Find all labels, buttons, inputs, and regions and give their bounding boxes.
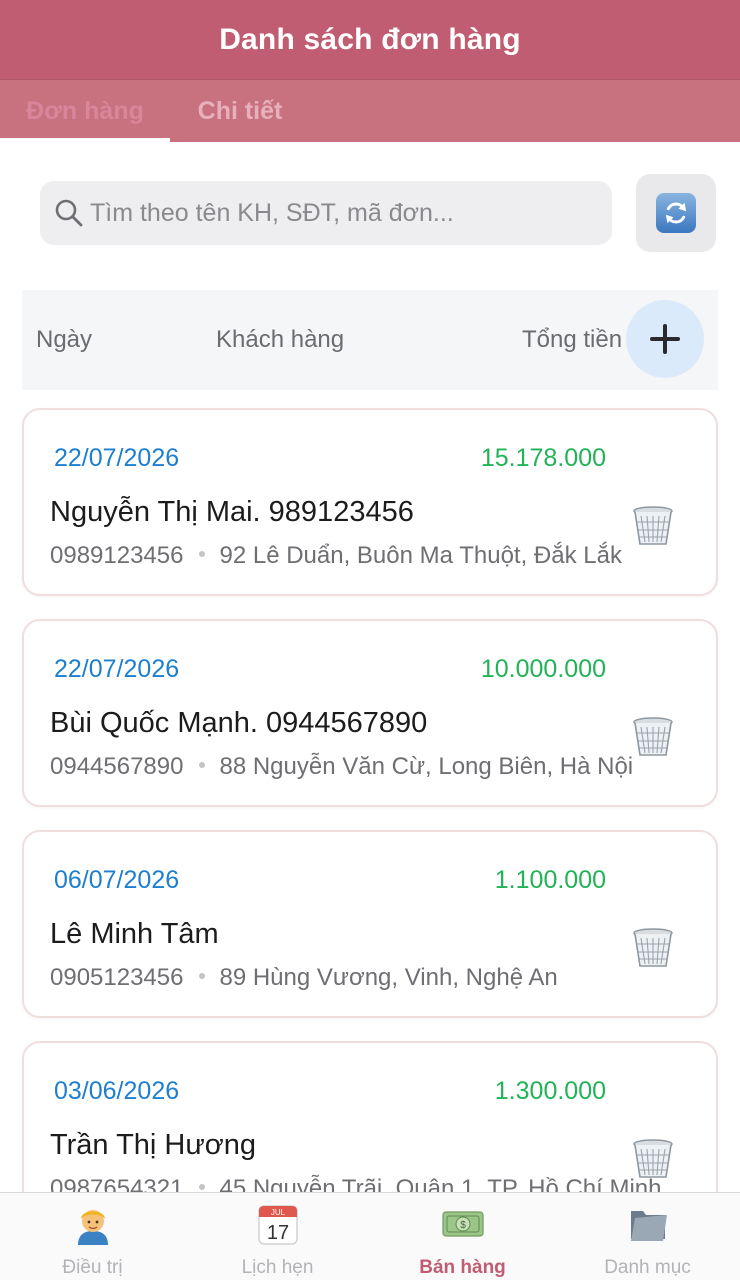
order-contact: 0905123456 89 Hùng Vương, Vinh, Nghệ An [50,964,558,992]
search-icon [54,198,84,228]
column-total: Tổng tiền [522,326,623,353]
tab-bar-top: Đơn hàng Chi tiết [0,80,740,142]
order-date: 22/07/2026 [54,655,180,683]
tab-label: Danh mục [604,1257,691,1278]
column-date: Ngày [36,326,93,353]
order-address: 45 Nguyễn Trãi, Quận 1, TP. Hồ Chí Minh [219,1175,662,1192]
tab-label: Lịch hẹn [241,1257,314,1278]
column-customer: Khách hàng [216,326,345,353]
order-customer-name: Lê Minh Tâm [50,918,219,950]
order-amount: 15.178.000 [480,444,606,472]
order-customer-name: Bùi Quốc Mạnh. 0944567890 [50,707,428,739]
separator-dot [199,762,206,769]
order-customer-name: Trần Thị Hương [50,1129,257,1161]
order-customer-name: Nguyễn Thị Mai. 989123456 [50,496,414,528]
order-address: 88 Nguyễn Văn Cừ, Long Biên, Hà Nội [219,753,634,780]
search-placeholder: Tìm theo tên KH, SĐT, mã đơn... [90,198,454,227]
order-address: 92 Lê Duẩn, Buôn Ma Thuột, Đắk Lắk [219,542,622,569]
order-date: 06/07/2026 [54,866,180,894]
order-card[interactable]: 22/07/2026 10.000.000 Bùi Quốc Mạnh. 094… [22,619,718,807]
money-icon: $ [442,1211,484,1237]
order-amount: 10.000.000 [480,655,606,683]
order-amount: 1.100.000 [494,866,606,894]
order-card[interactable]: 06/07/2026 1.100.000 Lê Minh Tâm 0905123… [22,830,718,1018]
trash-icon[interactable] [632,928,674,968]
calendar-day: 17 [267,1222,289,1244]
order-list: 22/07/2026 15.178.000 Nguyễn Thị Mai. 98… [0,390,740,1192]
app-header: Danh sách đơn hàng [0,0,740,80]
separator-dot [199,1184,206,1191]
order-date: 22/07/2026 [54,444,180,472]
calendar-month: JUL [271,1208,286,1217]
order-contact: 0989123456 92 Lê Duẩn, Buôn Ma Thuột, Đắk… [50,542,622,570]
order-amount: 1.300.000 [494,1077,606,1105]
calendar-icon: JUL 17 [258,1205,298,1245]
tab-sales[interactable]: $ Bán hàng [370,1193,555,1280]
order-contact: 0944567890 88 Nguyễn Văn Cừ, Long Biên, H… [50,753,633,781]
tab-treatment[interactable]: Điều trị [0,1193,185,1280]
column-header: Ngày Khách hàng Tổng tiền [22,290,718,390]
order-phone: 0989123456 [50,542,184,569]
trash-icon[interactable] [632,506,674,546]
refresh-button[interactable] [636,174,716,252]
order-phone: 0905123456 [50,964,184,991]
trash-icon[interactable] [632,717,674,757]
bottom-tab-bar: Điều trị JUL 17 Lịch hẹn $ Bán hàng Danh… [0,1192,740,1280]
search-input[interactable]: Tìm theo tên KH, SĐT, mã đơn... [40,181,612,245]
tab-label: Điều trị [62,1257,123,1278]
order-card[interactable]: 03/06/2026 1.300.000 Trần Thị Hương 0987… [22,1041,718,1192]
tab-appointments[interactable]: JUL 17 Lịch hẹn [185,1193,370,1280]
separator-dot [199,973,206,980]
order-phone: 0944567890 [50,753,184,780]
order-date: 03/06/2026 [54,1077,180,1105]
order-address: 89 Hùng Vương, Vinh, Nghệ An [219,964,558,991]
order-contact: 0987654321 45 Nguyễn Trãi, Quận 1, TP. Hồ… [50,1175,662,1192]
plus-icon [650,324,680,354]
tab-orders[interactable]: Đơn hàng [0,80,170,142]
person-icon [78,1210,108,1245]
tab-details[interactable]: Chi tiết [170,80,310,142]
add-order-button[interactable] [626,300,704,378]
trash-icon[interactable] [632,1139,674,1179]
tab-catalog[interactable]: Danh mục [555,1193,740,1280]
order-phone: 0987654321 [50,1175,184,1192]
tab-label: Bán hàng [419,1257,506,1278]
order-card[interactable]: 22/07/2026 15.178.000 Nguyễn Thị Mai. 98… [22,408,718,596]
refresh-icon [656,193,696,233]
folder-icon [631,1211,667,1241]
page-title: Danh sách đơn hàng [219,22,521,56]
svg-text:$: $ [460,1220,466,1231]
separator-dot [199,551,206,558]
search-row: Tìm theo tên KH, SĐT, mã đơn... [0,142,740,288]
